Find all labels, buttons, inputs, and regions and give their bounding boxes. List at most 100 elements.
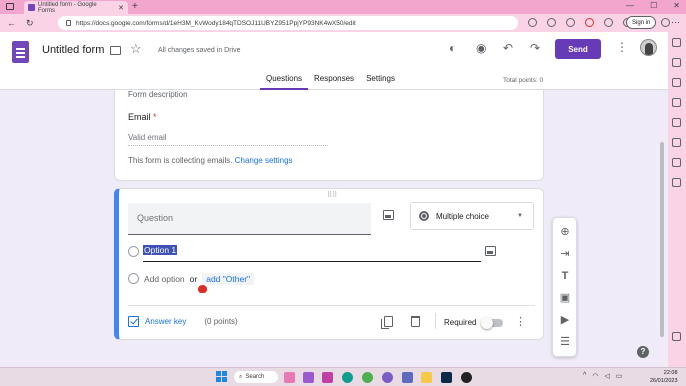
search-icon[interactable] <box>672 38 681 47</box>
browser-sidebar <box>668 32 686 367</box>
taskbar-app-icon[interactable] <box>284 372 295 383</box>
star-icon[interactable]: ☆ <box>130 41 142 57</box>
browser-menu-icon[interactable]: ⋯ <box>671 17 680 28</box>
question-more-icon[interactable]: ⋮ <box>515 315 526 328</box>
wifi-icon[interactable]: ◠ <box>592 372 598 380</box>
windows-start-icon[interactable] <box>216 371 227 382</box>
sidebar-settings-icon[interactable] <box>672 332 681 341</box>
taskbar-search[interactable]: ⌕ Search <box>234 371 278 383</box>
option-1-input[interactable]: Option 1 <box>143 244 481 262</box>
add-option-button[interactable]: Add option <box>144 274 185 284</box>
option-image-icon[interactable] <box>485 246 496 256</box>
add-title-icon[interactable]: T <box>559 270 571 282</box>
minimize-window-icon[interactable]: — <box>626 1 634 10</box>
redo-icon[interactable]: ↷ <box>530 41 540 55</box>
add-sidebar-icon[interactable] <box>672 178 681 187</box>
browser-tab-title: Untitled form - Google Forms <box>37 1 97 14</box>
form-title[interactable]: Untitled form <box>42 44 104 56</box>
games-icon[interactable] <box>672 98 681 107</box>
browser-tab-strip: Untitled form - Google Forms ✕ + — ☐ ✕ <box>0 0 686 14</box>
required-toggle[interactable] <box>481 317 503 329</box>
move-to-folder-icon[interactable] <box>110 46 121 55</box>
close-window-icon[interactable]: ✕ <box>673 1 680 10</box>
taskbar-app-icon[interactable] <box>322 372 333 383</box>
answer-key-button[interactable]: Answer key (0 points) <box>128 316 238 327</box>
add-other-button[interactable]: add "Other" <box>202 273 255 285</box>
battery-icon[interactable]: ▭ <box>616 372 623 380</box>
edge-icon[interactable] <box>342 372 353 383</box>
adblock-icon[interactable] <box>585 18 594 27</box>
required-label: Required <box>444 318 477 327</box>
add-option-radio-icon <box>128 273 139 284</box>
avatar[interactable] <box>640 39 657 56</box>
photoshop-icon[interactable] <box>441 372 452 383</box>
taskbar-app-icon[interactable] <box>382 372 393 383</box>
delete-icon[interactable] <box>411 316 420 327</box>
back-icon[interactable]: ← <box>7 18 16 29</box>
read-aloud-icon[interactable] <box>528 18 537 27</box>
send-icon[interactable] <box>672 158 681 167</box>
new-tab-icon[interactable]: + <box>132 1 138 12</box>
preview-eye-icon[interactable]: ◉ <box>476 41 486 55</box>
add-image-icon[interactable]: ▣ <box>559 292 571 304</box>
taskbar-app-icon[interactable] <box>402 372 413 383</box>
toolbox-icon[interactable] <box>672 78 681 87</box>
browser-tab[interactable]: Untitled form - Google Forms ✕ <box>24 1 128 14</box>
toolbar-divider <box>435 313 436 329</box>
help-icon[interactable]: ? <box>637 346 649 358</box>
change-settings-link[interactable]: Change settings <box>235 156 293 165</box>
divider <box>128 305 535 306</box>
duplicate-icon[interactable] <box>381 316 393 329</box>
question-input[interactable]: Question <box>128 203 371 235</box>
add-video-icon[interactable]: ▶ <box>559 314 571 326</box>
maximize-window-icon[interactable]: ☐ <box>650 1 657 10</box>
chrome-icon[interactable] <box>362 372 373 383</box>
taskbar-app-icon[interactable] <box>461 372 472 383</box>
tab-actions-icon[interactable] <box>6 3 14 10</box>
send-button[interactable]: Send <box>555 39 601 59</box>
office-icon[interactable] <box>672 118 681 127</box>
tab-questions[interactable]: Questions <box>260 74 309 90</box>
address-bar[interactable]: https://docs.google.com/forms/d/1eH3M_Kv… <box>58 16 518 30</box>
question-type-select[interactable]: Multiple choice ▼ <box>410 202 534 230</box>
split-screen-icon[interactable] <box>604 18 613 27</box>
taskbar-app-icon[interactable] <box>303 372 314 383</box>
reload-icon[interactable]: ↻ <box>26 18 34 29</box>
form-tabs: Questions Responses Settings <box>260 74 401 90</box>
tag-icon[interactable] <box>672 58 681 67</box>
save-status: All changes saved in Drive <box>158 47 241 54</box>
sign-in-button[interactable]: Sign in <box>626 16 657 29</box>
close-tab-icon[interactable]: ✕ <box>118 4 124 12</box>
add-section-icon[interactable]: ☰ <box>559 336 571 348</box>
scrollbar-thumb[interactable] <box>660 142 664 337</box>
more-options-icon[interactable]: ⋮ <box>616 40 628 54</box>
form-description[interactable]: Form description <box>128 90 188 99</box>
question-card[interactable]: ⠿⠿ Question Multiple choice ▼ Option 1 A… <box>114 188 544 340</box>
email-label-text: Email <box>128 112 151 122</box>
floating-toolbar: ⊕ ⇥ T ▣ ▶ ☰ <box>552 217 577 357</box>
google-forms-logo-icon[interactable] <box>12 41 29 63</box>
extension-icon[interactable] <box>566 18 575 27</box>
clock-time: 22:08 <box>663 370 678 376</box>
tab-settings[interactable]: Settings <box>360 74 401 90</box>
file-explorer-icon[interactable] <box>421 372 432 383</box>
customize-theme-icon[interactable]: ◐ <box>449 41 456 55</box>
url-text: https://docs.google.com/forms/d/1eH3M_Kv… <box>76 19 356 27</box>
add-image-icon[interactable] <box>383 210 394 220</box>
drag-handle-icon[interactable]: ⠿⠿ <box>327 191 337 199</box>
favorites-star-icon[interactable] <box>547 18 556 27</box>
lock-icon <box>66 20 71 26</box>
outlook-icon[interactable] <box>672 138 681 147</box>
tab-responses[interactable]: Responses <box>308 74 360 90</box>
taskbar-clock[interactable]: 22:08 26/01/2023 <box>650 369 678 385</box>
collections-icon[interactable] <box>661 18 670 27</box>
undo-icon[interactable]: ↶ <box>503 41 513 55</box>
show-hidden-icons-icon[interactable]: ^ <box>583 372 586 380</box>
add-question-icon[interactable]: ⊕ <box>559 226 571 238</box>
clock-date: 26/01/2023 <box>650 378 678 384</box>
volume-icon[interactable]: ◁ <box>604 372 609 380</box>
add-option-row: Add option or add "Other" <box>144 273 255 285</box>
chevron-down-icon: ▼ <box>517 213 523 219</box>
import-questions-icon[interactable]: ⇥ <box>559 248 571 260</box>
answer-key-check-icon <box>128 316 139 327</box>
